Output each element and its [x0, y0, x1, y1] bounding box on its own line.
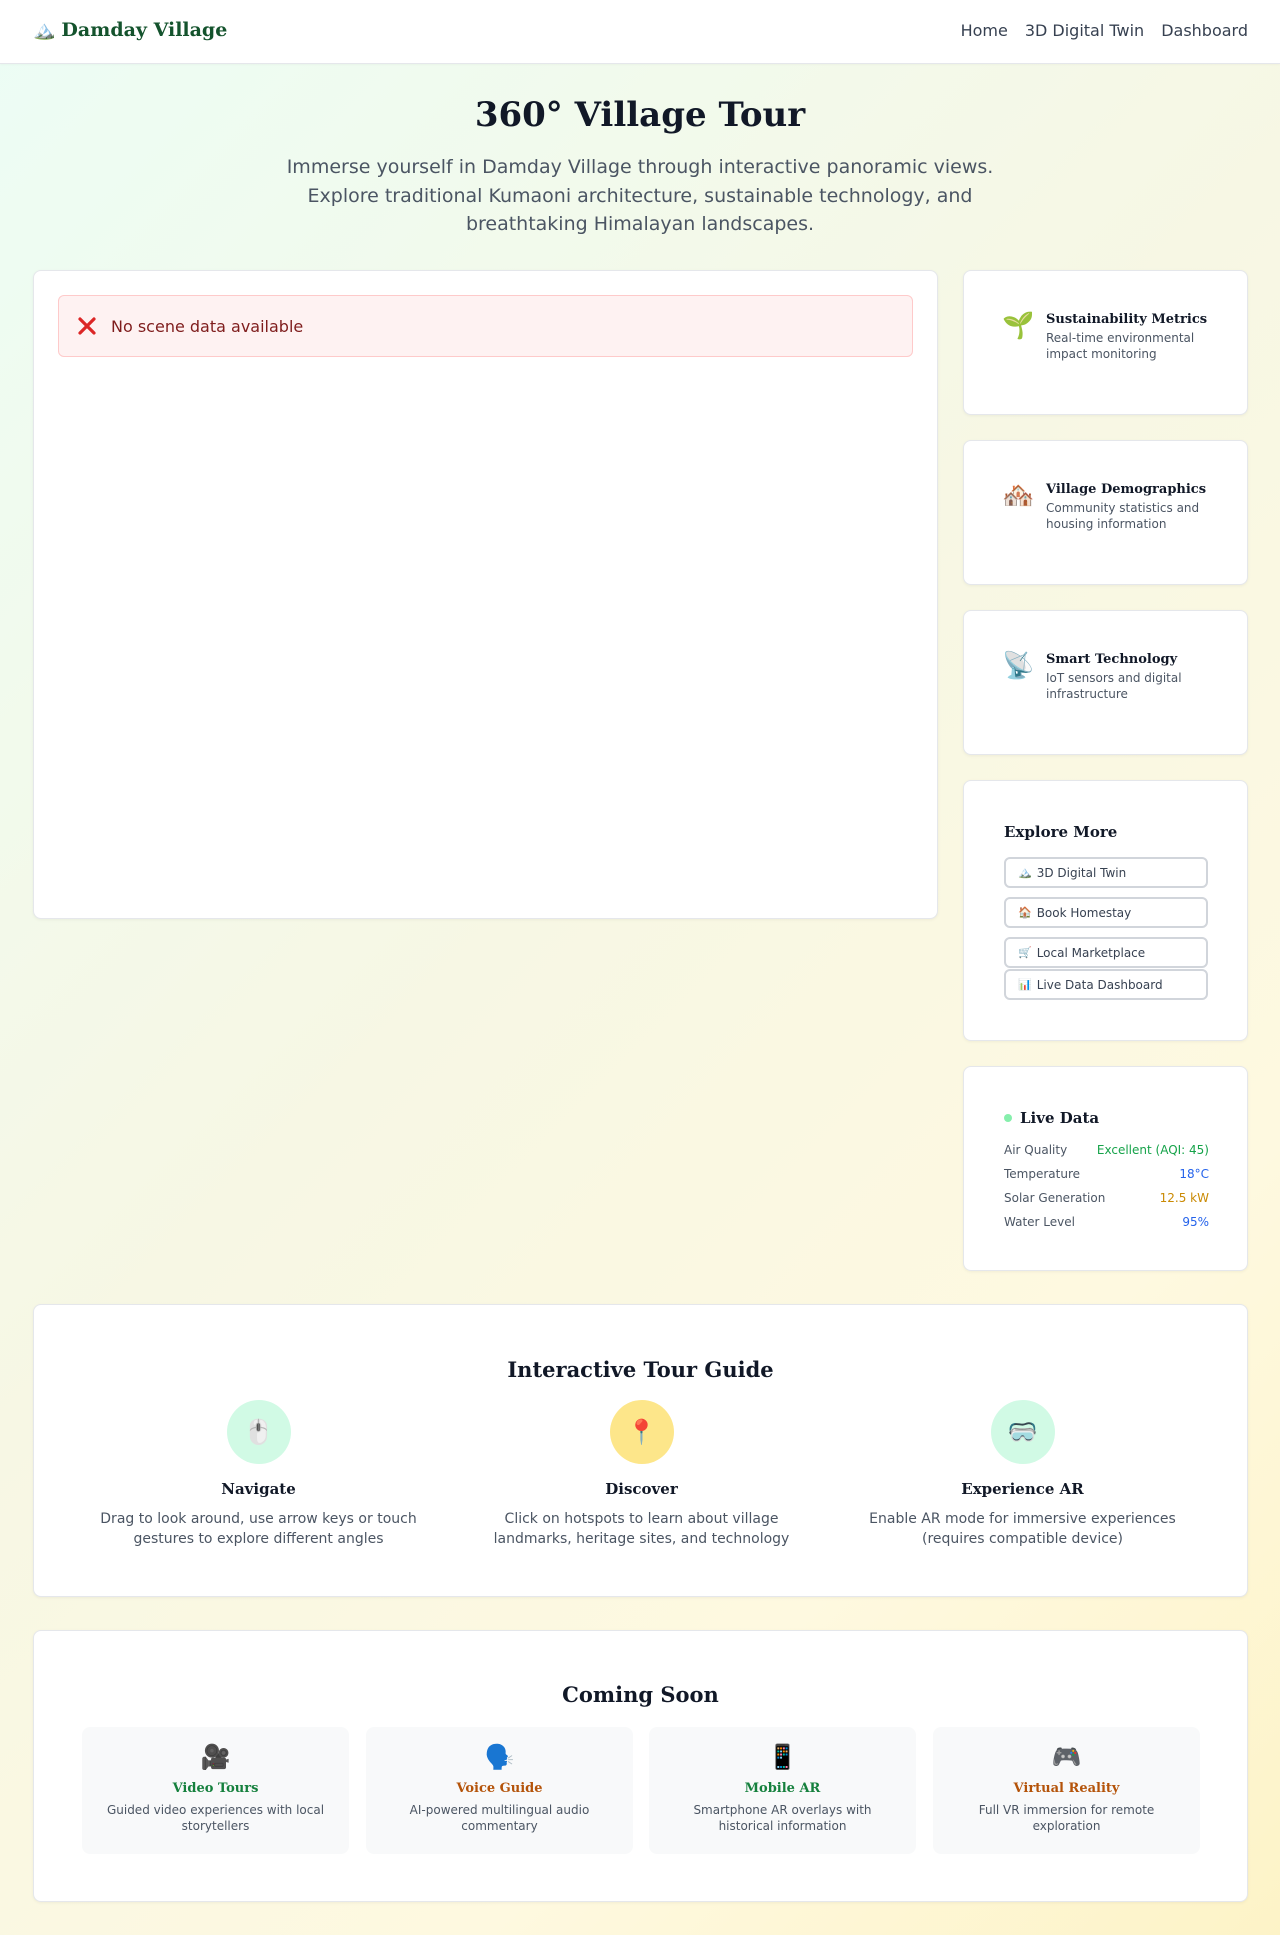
pin-icon: 📍 — [609, 1400, 674, 1464]
card-description: Community statistics and housing informa… — [1046, 501, 1200, 531]
metric-value: Excellent (AQI: 45) — [1096, 1143, 1209, 1157]
error-alert: No scene data available — [58, 295, 913, 357]
seedling-icon: 🌱 — [1002, 311, 1035, 341]
tour-guide-title: Interactive Tour Guide — [507, 1357, 774, 1382]
brand-link[interactable]: 🏔️ Damday Village — [33, 19, 227, 41]
feature-title: Virtual Reality — [1013, 1781, 1120, 1796]
houses-icon: 🏘️ — [1002, 481, 1035, 511]
live-data-header: Live Data — [1004, 1109, 1099, 1127]
guide-item-experience-ar: 🥽 Experience AR Enable AR mode for immer… — [855, 1400, 1190, 1549]
satellite-icon: 📡 — [1002, 651, 1035, 681]
brand-name: Damday Village — [61, 19, 228, 41]
mountain-icon: 🏔️ — [1018, 866, 1032, 879]
guide-item-navigate: 🖱️ Navigate Drag to look around, use arr… — [91, 1400, 426, 1549]
sustainability-metrics-card[interactable]: 🌱 Sustainability Metrics Real-time envir… — [963, 270, 1248, 415]
feature-title: Video Tours — [172, 1781, 259, 1796]
card-title: Village Demographics — [1046, 482, 1207, 497]
tour-guide-section: Interactive Tour Guide 🖱️ Navigate Drag … — [33, 1304, 1248, 1597]
guide-item-description: Enable AR mode for immersive experiences… — [869, 1511, 1176, 1547]
feature-description: Guided video experiences with local stor… — [106, 1803, 325, 1833]
coming-soon-mobile-ar: 📱 Mobile AR Smartphone AR overlays with … — [649, 1727, 916, 1854]
video-camera-icon: 🎥 — [200, 1743, 231, 1771]
card-description: Real-time environmental impact monitorin… — [1046, 331, 1195, 361]
local-marketplace-button[interactable]: 🛒 Local Marketplace — [1004, 937, 1208, 968]
feature-title: Mobile AR — [744, 1781, 821, 1796]
live-data-card: Live Data Air Quality Excellent (AQI: 45… — [963, 1066, 1248, 1271]
explore-more-card: Explore More 🏔️ 3D Digital Twin 🏠 Book H… — [963, 780, 1248, 1041]
button-label: 3D Digital Twin — [1036, 865, 1127, 880]
mountain-icon: 🏔️ — [33, 19, 56, 41]
house-icon: 🏠 — [1018, 906, 1032, 919]
nav-home-link[interactable]: Home — [961, 21, 1008, 40]
guide-item-description: Drag to look around, use arrow keys or t… — [100, 1511, 417, 1547]
button-label: Live Data Dashboard — [1036, 977, 1163, 992]
top-navbar: 🏔️ Damday Village Home 3D Digital Twin D… — [0, 0, 1280, 64]
metric-label: Air Quality — [1004, 1143, 1068, 1157]
metric-value: 12.5 kW — [1159, 1191, 1209, 1205]
card-title: Smart Technology — [1046, 652, 1178, 667]
3d-digital-twin-button[interactable]: 🏔️ 3D Digital Twin — [1004, 857, 1208, 888]
mouse-icon: 🖱️ — [226, 1400, 291, 1464]
temperature-row: Temperature 18°C — [1004, 1167, 1209, 1181]
gamepad-icon: 🎮 — [1051, 1743, 1082, 1771]
guide-item-discover: 📍 Discover Click on hotspots to learn ab… — [474, 1400, 809, 1549]
close-x-icon — [78, 317, 96, 335]
coming-soon-video-tours: 🎥 Video Tours Guided video experiences w… — [82, 1727, 349, 1854]
page-title: 360° Village Tour — [474, 95, 806, 135]
card-description: IoT sensors and digital infrastructure — [1046, 671, 1182, 701]
coming-soon-voice-guide: 🗣️ Voice Guide AI-powered multilingual a… — [366, 1727, 633, 1854]
button-label: Local Marketplace — [1036, 945, 1146, 960]
goggles-icon: 🥽 — [990, 1400, 1055, 1464]
live-data-dashboard-button[interactable]: 📊 Live Data Dashboard — [1004, 969, 1208, 1000]
page-subtitle: Immerse yourself in Damday Village throu… — [286, 156, 994, 235]
guide-item-title: Navigate — [221, 1480, 296, 1498]
feature-description: Smartphone AR overlays with historical i… — [693, 1803, 872, 1833]
village-demographics-card[interactable]: 🏘️ Village Demographics Community statis… — [963, 440, 1248, 585]
button-label: Book Homestay — [1036, 905, 1132, 920]
feature-description: Full VR immersion for remote exploration — [978, 1803, 1155, 1833]
water-level-row: Water Level 95% — [1004, 1215, 1209, 1229]
nav-3d-digital-twin-link[interactable]: 3D Digital Twin — [1025, 21, 1144, 40]
live-status-dot — [1004, 1114, 1012, 1122]
air-quality-row: Air Quality Excellent (AQI: 45) — [1004, 1143, 1209, 1157]
feature-description: AI-powered multilingual audio commentary — [409, 1803, 590, 1833]
nav-dashboard-link[interactable]: Dashboard — [1161, 21, 1248, 40]
coming-soon-virtual-reality: 🎮 Virtual Reality Full VR immersion for … — [933, 1727, 1200, 1854]
main-nav: Home 3D Digital Twin Dashboard — [961, 21, 1248, 40]
metric-label: Temperature — [1004, 1167, 1081, 1181]
metric-label: Water Level — [1004, 1215, 1075, 1229]
panorama-viewer[interactable]: No scene data available — [33, 270, 938, 919]
book-homestay-button[interactable]: 🏠 Book Homestay — [1004, 897, 1208, 928]
cart-icon: 🛒 — [1018, 946, 1032, 959]
metric-label: Solar Generation — [1004, 1191, 1106, 1205]
coming-soon-title: Coming Soon — [562, 1682, 719, 1707]
smart-technology-card[interactable]: 📡 Smart Technology IoT sensors and digit… — [963, 610, 1248, 755]
guide-item-title: Discover — [605, 1480, 678, 1498]
coming-soon-section: Coming Soon 🎥 Video Tours Guided video e… — [33, 1630, 1248, 1902]
card-title: Sustainability Metrics — [1046, 312, 1208, 327]
error-message: No scene data available — [111, 317, 304, 336]
live-data-title: Live Data — [1020, 1109, 1100, 1127]
guide-item-title: Experience AR — [961, 1480, 1084, 1498]
explore-more-title: Explore More — [1004, 823, 1118, 841]
phone-icon: 📱 — [767, 1743, 798, 1771]
speaking-head-icon: 🗣️ — [484, 1743, 515, 1771]
metric-value: 95% — [1182, 1215, 1209, 1229]
feature-title: Voice Guide — [456, 1781, 543, 1796]
guide-item-description: Click on hotspots to learn about village… — [493, 1511, 790, 1547]
metric-value: 18°C — [1179, 1167, 1209, 1181]
chart-icon: 📊 — [1018, 978, 1032, 991]
solar-generation-row: Solar Generation 12.5 kW — [1004, 1191, 1209, 1205]
